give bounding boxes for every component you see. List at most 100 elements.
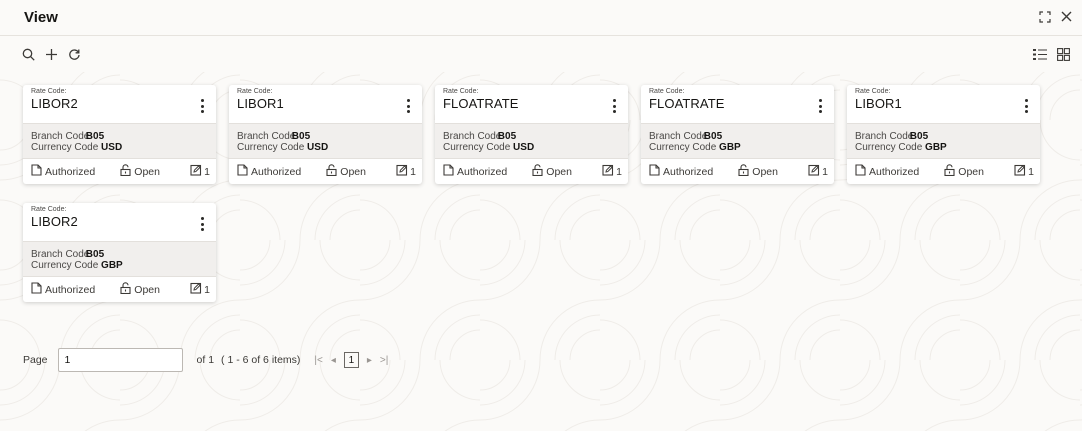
authorized-icon <box>31 282 42 297</box>
card-body: Branch Code B05 Currency Code USD <box>435 123 628 159</box>
unlock-icon <box>120 164 131 179</box>
record-card-1[interactable]: Rate Code: LIBOR2 Branch Code B05 Curren… <box>23 85 216 184</box>
card-menu-icon[interactable] <box>197 97 207 115</box>
card-footer: Authorized Open 1 <box>641 159 834 184</box>
prev-page-icon[interactable]: ◂ <box>331 355 336 366</box>
card-header: Rate Code: LIBOR2 <box>23 85 216 123</box>
currency-code-value: USD <box>307 142 329 153</box>
rate-code-label: Rate Code: <box>31 88 67 95</box>
currency-code-row: Currency Code USD <box>237 142 414 153</box>
unlock-icon <box>532 164 543 179</box>
mod-number-value: 1 <box>204 283 210 296</box>
maximize-icon[interactable] <box>1039 10 1051 25</box>
record-card-2[interactable]: Rate Code: LIBOR1 Branch Code B05 Curren… <box>229 85 422 184</box>
list-view-icon[interactable] <box>1033 48 1047 61</box>
items-count-text: ( 1 - 6 of 6 items) <box>221 354 301 366</box>
auth-status: Authorized <box>443 164 532 179</box>
branch-code-row: Branch Code B05 <box>855 131 1032 142</box>
rate-code-label: Rate Code: <box>649 88 685 95</box>
edit-icon <box>602 164 614 179</box>
card-menu-icon[interactable] <box>815 97 825 115</box>
next-page-icon[interactable]: ▸ <box>367 355 372 366</box>
branch-code-value: B05 <box>85 131 105 142</box>
rate-code-label: Rate Code: <box>855 88 891 95</box>
edit-icon <box>190 164 202 179</box>
unlock-icon <box>738 164 749 179</box>
rate-code-value: FLOATRATE <box>649 96 725 111</box>
rate-code-label: Rate Code: <box>237 88 273 95</box>
authorized-label: Authorized <box>45 165 96 178</box>
card-menu-icon[interactable] <box>403 97 413 115</box>
record-card-5[interactable]: Rate Code: LIBOR1 Branch Code B05 Curren… <box>847 85 1040 184</box>
card-body: Branch Code B05 Currency Code GBP <box>847 123 1040 159</box>
mod-number-value: 1 <box>1028 165 1034 178</box>
add-icon[interactable] <box>45 48 58 61</box>
refresh-icon[interactable] <box>68 48 81 61</box>
card-menu-icon[interactable] <box>1021 97 1031 115</box>
record-card-6[interactable]: Rate Code: LIBOR2 Branch Code B05 Curren… <box>23 203 216 302</box>
title-bar: View <box>0 0 1082 36</box>
last-page-icon[interactable]: >| <box>380 355 388 366</box>
rate-code-value: LIBOR1 <box>855 96 902 111</box>
edit-icon <box>1014 164 1026 179</box>
branch-code-label: Branch Code <box>649 131 708 142</box>
rate-code-value: FLOATRATE <box>443 96 519 111</box>
authorized-label: Authorized <box>663 165 714 178</box>
record-status: Open <box>532 164 602 179</box>
card-header: Rate Code: LIBOR1 <box>847 85 1040 123</box>
authorized-label: Authorized <box>45 283 96 296</box>
card-menu-icon[interactable] <box>197 215 207 233</box>
record-card-3[interactable]: Rate Code: FLOATRATE Branch Code B05 Cur… <box>435 85 628 184</box>
rate-code-value: LIBOR2 <box>31 96 78 111</box>
tile-view-icon[interactable] <box>1057 47 1070 61</box>
toolbar <box>0 36 1082 72</box>
open-label: Open <box>546 165 572 178</box>
branch-code-value: B05 <box>909 131 929 142</box>
authorized-icon <box>31 164 42 179</box>
edit-icon <box>190 282 202 297</box>
authorized-icon <box>443 164 454 179</box>
authorized-icon <box>855 164 866 179</box>
currency-code-label: Currency Code <box>237 142 305 153</box>
branch-code-value: B05 <box>497 131 517 142</box>
record-status: Open <box>120 282 190 297</box>
card-grid: Rate Code: LIBOR2 Branch Code B05 Curren… <box>23 85 1040 302</box>
page-input[interactable] <box>57 348 183 372</box>
currency-code-value: GBP <box>719 142 741 153</box>
view-window: View Rate Code: LIBOR2 Branch Code B05 C… <box>0 0 1082 431</box>
rate-code-label: Rate Code: <box>443 88 479 95</box>
search-icon[interactable] <box>22 48 35 61</box>
unlock-icon <box>120 282 131 297</box>
pagination: Page of 1 ( 1 - 6 of 6 items) |< ◂ 1 ▸ >… <box>23 348 388 372</box>
card-header: Rate Code: FLOATRATE <box>435 85 628 123</box>
first-page-icon[interactable]: |< <box>314 355 322 366</box>
unlock-icon <box>944 164 955 179</box>
open-label: Open <box>752 165 778 178</box>
branch-code-row: Branch Code B05 <box>31 249 208 260</box>
unlock-icon <box>326 164 337 179</box>
auth-status: Authorized <box>31 164 120 179</box>
card-footer: Authorized Open 1 <box>435 159 628 184</box>
rate-code-label: Rate Code: <box>31 206 67 213</box>
page-label: Page <box>23 354 48 366</box>
authorized-icon <box>237 164 248 179</box>
edit-icon <box>396 164 408 179</box>
current-page-button[interactable]: 1 <box>343 352 359 368</box>
card-footer: Authorized Open 1 <box>229 159 422 184</box>
open-label: Open <box>134 165 160 178</box>
mod-number-value: 1 <box>822 165 828 178</box>
branch-code-label: Branch Code <box>855 131 914 142</box>
modification-number: 1 <box>808 164 828 179</box>
branch-code-label: Branch Code <box>31 249 90 260</box>
branch-code-label: Branch Code <box>443 131 502 142</box>
card-body: Branch Code B05 Currency Code GBP <box>641 123 834 159</box>
modification-number: 1 <box>190 282 210 297</box>
currency-code-row: Currency Code USD <box>31 142 208 153</box>
record-status: Open <box>120 164 190 179</box>
authorized-label: Authorized <box>457 165 508 178</box>
record-card-4[interactable]: Rate Code: FLOATRATE Branch Code B05 Cur… <box>641 85 834 184</box>
currency-code-value: GBP <box>925 142 947 153</box>
record-status: Open <box>944 164 1014 179</box>
close-icon[interactable] <box>1061 11 1072 24</box>
card-menu-icon[interactable] <box>609 97 619 115</box>
